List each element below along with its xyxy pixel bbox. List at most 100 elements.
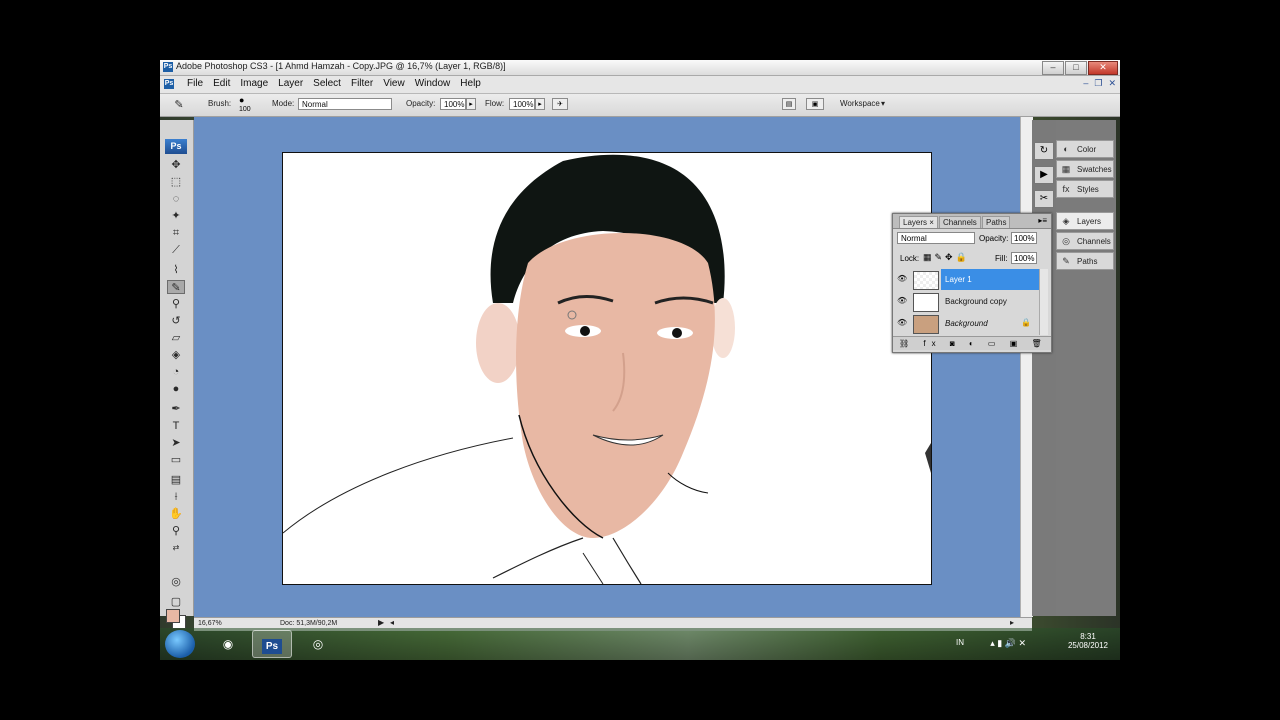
paths-panel-button[interactable]: ✎ Paths xyxy=(1056,252,1114,270)
shape-tool-icon[interactable]: ▭ xyxy=(167,453,185,467)
tab-layers[interactable]: Layers × xyxy=(899,216,938,228)
hand-tool-icon[interactable]: ✋ xyxy=(167,507,185,521)
menu-edit[interactable]: Edit xyxy=(208,78,235,89)
marquee-tool-icon[interactable]: ⬚ xyxy=(167,175,185,189)
flow-input[interactable]: 100% xyxy=(509,98,535,110)
move-tool-icon[interactable]: ✥ xyxy=(167,158,185,172)
tab-channels[interactable]: Channels xyxy=(939,216,981,228)
flow-slider-arrow-icon[interactable]: ▸ xyxy=(535,98,545,110)
history-panel-icon[interactable]: ↻ xyxy=(1034,142,1054,160)
opacity-slider-arrow-icon[interactable]: ▸ xyxy=(466,98,476,110)
layer-row-layer-1[interactable]: 👁 Layer 1 xyxy=(893,269,1039,290)
tool-presets-icon[interactable]: ✂ xyxy=(1034,190,1054,208)
menu-bar: Ps File Edit Image Layer Select Filter V… xyxy=(160,76,1120,94)
history-brush-tool-icon[interactable]: ↺ xyxy=(167,314,185,328)
type-tool-icon[interactable]: T xyxy=(167,419,185,433)
workspace-arrow-icon[interactable]: ▾ xyxy=(881,99,885,108)
menu-select[interactable]: Select xyxy=(308,78,346,89)
document-icon[interactable]: Ps xyxy=(164,79,174,89)
maximize-button[interactable]: □ xyxy=(1065,61,1087,75)
layers-opacity-input[interactable]: 100% xyxy=(1011,232,1037,244)
layers-panel-button[interactable]: ◈ Layers xyxy=(1056,212,1114,230)
crop-tool-icon[interactable]: ⌗ xyxy=(167,226,185,240)
foreground-color-swatch[interactable] xyxy=(166,609,180,623)
visibility-eye-icon[interactable]: 👁 xyxy=(897,274,907,284)
menu-view[interactable]: View xyxy=(378,78,410,89)
visibility-eye-icon[interactable]: 👁 xyxy=(897,296,907,306)
layer-thumbnail xyxy=(913,315,939,334)
path-selection-tool-icon[interactable]: ➤ xyxy=(167,436,185,450)
blur-tool-icon[interactable]: ◔ xyxy=(167,365,185,379)
bridge-icon[interactable]: ▣ xyxy=(806,98,824,110)
magic-wand-tool-icon[interactable]: ✦ xyxy=(167,209,185,223)
photoshop-app-icon: Ps xyxy=(163,62,173,72)
paint-bucket-tool-icon[interactable]: ◈ xyxy=(167,348,185,362)
scroll-left-icon[interactable]: ◂ xyxy=(390,618,394,627)
visibility-eye-icon[interactable]: 👁 xyxy=(897,318,907,328)
zoom-readout[interactable]: 16,67% xyxy=(198,620,222,627)
brush-dot-icon[interactable]: ● xyxy=(239,95,244,105)
eyedropper-tool-icon[interactable]: ⟊ xyxy=(167,490,185,504)
menu-file[interactable]: File xyxy=(182,78,208,89)
healing-brush-tool-icon[interactable]: ⌇ xyxy=(167,263,185,277)
menu-help[interactable]: Help xyxy=(455,78,486,89)
workspace-menu[interactable]: Workspace xyxy=(840,99,880,108)
scroll-right-icon[interactable]: ▸ xyxy=(1010,618,1014,627)
fill-input[interactable]: 100% xyxy=(1011,252,1037,264)
panel-menu-icon[interactable]: ▸≡ xyxy=(1038,216,1047,225)
tab-paths[interactable]: Paths xyxy=(982,216,1011,228)
eraser-tool-icon[interactable]: ▱ xyxy=(167,331,185,345)
menu-layer[interactable]: Layer xyxy=(273,78,308,89)
screen-mode-icon[interactable]: ▢ xyxy=(167,595,185,609)
dodge-tool-icon[interactable]: ● xyxy=(167,382,185,396)
menu-window[interactable]: Window xyxy=(410,78,456,89)
clock[interactable]: 8:31 25/08/2012 xyxy=(1062,632,1114,650)
brush-preset-icon[interactable]: ✎ xyxy=(170,98,188,112)
swatches-panel-button[interactable]: ▦ Swatches xyxy=(1056,160,1114,178)
brush-tool-icon[interactable]: ✎ xyxy=(167,280,185,294)
chrome-taskbar-icon[interactable]: ◉ xyxy=(208,630,248,658)
language-indicator[interactable]: IN xyxy=(956,638,964,647)
color-panel-button[interactable]: ◐ Color xyxy=(1056,140,1114,158)
tray-icons[interactable]: ▴ ▮ 🔊 ✕ xyxy=(990,638,1026,649)
minimize-button[interactable]: – xyxy=(1042,61,1064,75)
palette-well-icon[interactable]: ▤ xyxy=(782,98,796,110)
quick-mask-icon[interactable]: ◎ xyxy=(167,575,185,589)
lasso-tool-icon[interactable]: ◌ xyxy=(167,192,185,206)
window-titlebar[interactable]: Ps Adobe Photoshop CS3 - [1 Ahmd Hamzah … xyxy=(160,60,1120,76)
doc-restore-button[interactable]: ❐ xyxy=(1094,78,1102,89)
layer-row-background-copy[interactable]: 👁 Background copy xyxy=(893,291,1039,312)
document-workspace xyxy=(194,117,1020,617)
pen-tool-icon[interactable]: ✒ xyxy=(167,402,185,416)
airbrush-icon[interactable]: ✈ xyxy=(552,98,568,110)
doc-minimize-button[interactable]: – xyxy=(1083,78,1088,89)
notes-tool-icon[interactable]: ▤ xyxy=(167,473,185,487)
actions-panel-icon[interactable]: ▶ xyxy=(1034,166,1054,184)
camera-app-taskbar-icon[interactable]: ◎ xyxy=(298,630,338,658)
layers-scrollbar[interactable] xyxy=(1039,269,1048,335)
layer-row-background[interactable]: 👁 Background 🔒 xyxy=(893,313,1039,334)
document-canvas[interactable] xyxy=(282,152,932,585)
windows-taskbar: ◉ Ps ◎ IN ▴ ▮ 🔊 ✕ 8:31 25/08/2012 xyxy=(160,628,1120,660)
close-button[interactable]: ✕ xyxy=(1088,61,1118,75)
lock-options-icon[interactable]: ▦✎✥🔒 xyxy=(923,252,970,263)
layers-footer-buttons[interactable]: ⛓ fx ◙ ◐ ▭ ▣ 🗑 xyxy=(893,336,1051,350)
slice-tool-icon[interactable]: ⟋ xyxy=(167,243,185,257)
menu-image[interactable]: Image xyxy=(235,78,273,89)
window-title: Adobe Photoshop CS3 - [1 Ahmd Hamzah - C… xyxy=(176,61,506,71)
lock-icon: 🔒 xyxy=(1021,318,1031,327)
mode-select[interactable]: Normal xyxy=(298,98,392,110)
zoom-tool-icon[interactable]: ⚲ xyxy=(167,524,185,538)
status-menu-arrow-icon[interactable]: ▶ xyxy=(378,618,384,627)
photoshop-taskbar-icon[interactable]: Ps xyxy=(252,630,292,658)
styles-panel-button[interactable]: fx Styles xyxy=(1056,180,1114,198)
menu-filter[interactable]: Filter xyxy=(346,78,378,89)
blend-mode-select[interactable]: Normal xyxy=(897,232,975,244)
doc-close-button[interactable]: ✕ xyxy=(1108,78,1116,89)
styles-icon: fx xyxy=(1062,184,1070,194)
channels-panel-button[interactable]: ◎ Channels xyxy=(1056,232,1114,250)
swap-colors-icon[interactable]: ⇄ xyxy=(167,541,185,555)
start-button[interactable] xyxy=(165,630,195,658)
clone-stamp-tool-icon[interactable]: ⚲ xyxy=(167,297,185,311)
opacity-input[interactable]: 100% xyxy=(440,98,466,110)
